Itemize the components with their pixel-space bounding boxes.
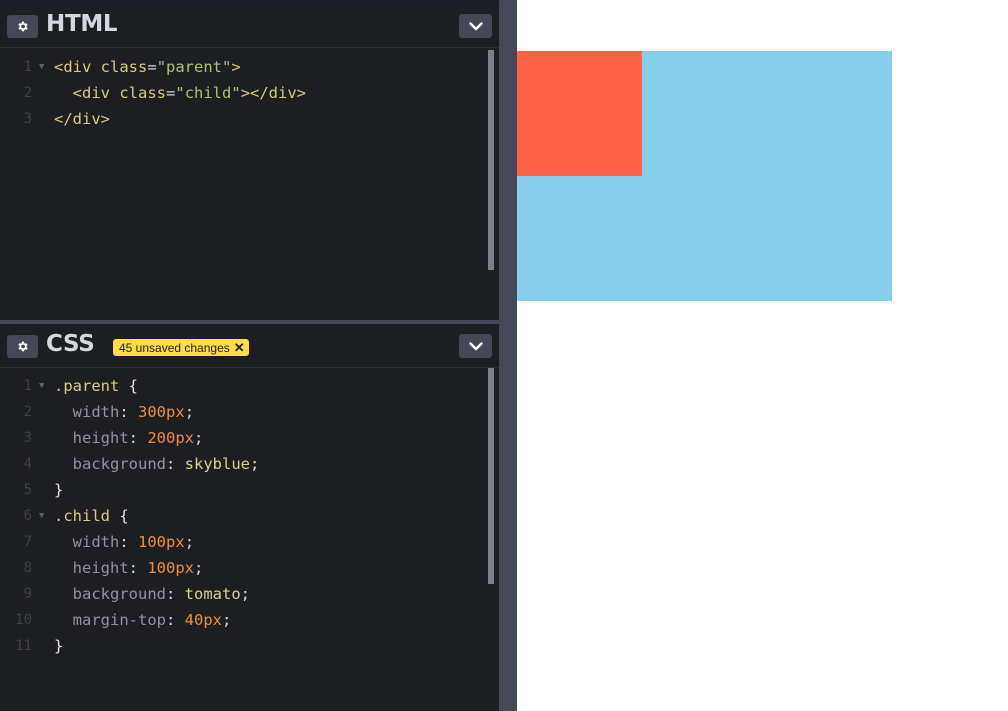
code-text: </div>	[54, 110, 110, 128]
html-code-line[interactable]: 3 </div>	[0, 106, 488, 132]
html-panel-header: HTML	[0, 4, 499, 48]
fold-arrow-icon[interactable]: ▼	[39, 373, 44, 399]
css-code-line[interactable]: 6 ▼ .child {	[0, 503, 488, 529]
code-text: .parent {	[54, 377, 139, 395]
pane-resizer[interactable]	[499, 0, 517, 711]
line-number: 6	[23, 508, 32, 524]
css-code-line[interactable]: 9 background: tomato;	[0, 581, 488, 607]
css-collapse-button[interactable]	[459, 334, 492, 358]
code-text: background: skyblue;	[72, 455, 260, 473]
unsaved-changes-label: 45 unsaved changes	[119, 340, 230, 355]
code-text: height: 200px;	[72, 429, 204, 447]
css-code-line[interactable]: 5}	[0, 477, 488, 503]
html-code-editor[interactable]: 1 ▼ <div class="parent"> 2 <div class="chil…	[0, 54, 488, 132]
line-number: 7	[23, 534, 32, 550]
line-number: 10	[15, 612, 32, 628]
line-number: 2	[23, 85, 32, 101]
css-code-line[interactable]: 2 width: 300px;	[0, 399, 488, 425]
line-number: 4	[23, 456, 32, 472]
css-code-line[interactable]: 7 width: 100px;	[0, 529, 488, 555]
fold-arrow-icon[interactable]: ▼	[39, 54, 44, 80]
css-panel-header: CSS 45 unsaved changes ✕	[0, 324, 499, 368]
code-text: }	[54, 637, 64, 655]
css-settings-button[interactable]	[7, 335, 38, 358]
css-code-editor[interactable]: 1 ▼ .parent {2 width: 300px; 3 height: 200p…	[0, 373, 488, 659]
code-text: height: 100px;	[72, 559, 204, 577]
code-text: width: 100px;	[72, 533, 195, 551]
gear-icon	[18, 21, 28, 32]
line-number: 1	[23, 378, 32, 394]
chevron-down-icon	[468, 341, 483, 350]
html-editor-scrollbar[interactable]	[488, 50, 494, 270]
fold-arrow-icon[interactable]: ▼	[39, 503, 44, 529]
html-editor-panel: HTML 1 ▼ <div class="parent"> 2 <div class=…	[0, 4, 499, 320]
preview-child-box	[517, 51, 642, 176]
close-icon[interactable]: ✕	[234, 340, 245, 356]
css-editor-panel: CSS 45 unsaved changes ✕ 1 ▼ .parent { 2 wi…	[0, 324, 499, 711]
html-panel-title: HTML	[46, 11, 118, 37]
css-editor-scrollbar[interactable]	[488, 368, 494, 584]
html-code-line[interactable]: 1 ▼ <div class="parent">	[0, 54, 488, 80]
html-code-line[interactable]: 2 <div class="child"></div>	[0, 80, 488, 106]
css-code-line[interactable]: 11}	[0, 633, 488, 659]
code-text: .child {	[54, 507, 129, 525]
line-number: 3	[23, 111, 32, 127]
line-number: 5	[23, 482, 32, 498]
line-number: 9	[23, 586, 32, 602]
gear-icon	[18, 341, 28, 352]
css-panel-title: CSS	[46, 331, 95, 357]
code-text: width: 300px;	[72, 403, 195, 421]
unsaved-changes-badge[interactable]: 45 unsaved changes ✕	[113, 339, 249, 356]
html-settings-button[interactable]	[7, 15, 38, 38]
css-code-line[interactable]: 10 margin-top: 40px;	[0, 607, 488, 633]
line-number: 8	[23, 560, 32, 576]
html-collapse-button[interactable]	[459, 14, 492, 38]
line-number: 11	[15, 638, 32, 654]
code-text: <div class="parent">	[54, 58, 241, 76]
preview-parent-box	[517, 51, 892, 301]
css-code-line[interactable]: 4 background: skyblue;	[0, 451, 488, 477]
css-code-line[interactable]: 8 height: 100px;	[0, 555, 488, 581]
css-code-line[interactable]: 3 height: 200px;	[0, 425, 488, 451]
code-text: background: tomato;	[72, 585, 251, 603]
code-text: <div class="child"></div>	[72, 84, 307, 102]
line-number: 1	[23, 59, 32, 75]
line-number: 3	[23, 430, 32, 446]
code-text: margin-top: 40px;	[72, 611, 232, 629]
code-text: }	[54, 481, 64, 499]
css-code-line[interactable]: 1 ▼ .parent {	[0, 373, 488, 399]
line-number: 2	[23, 404, 32, 420]
chevron-down-icon	[468, 21, 483, 30]
